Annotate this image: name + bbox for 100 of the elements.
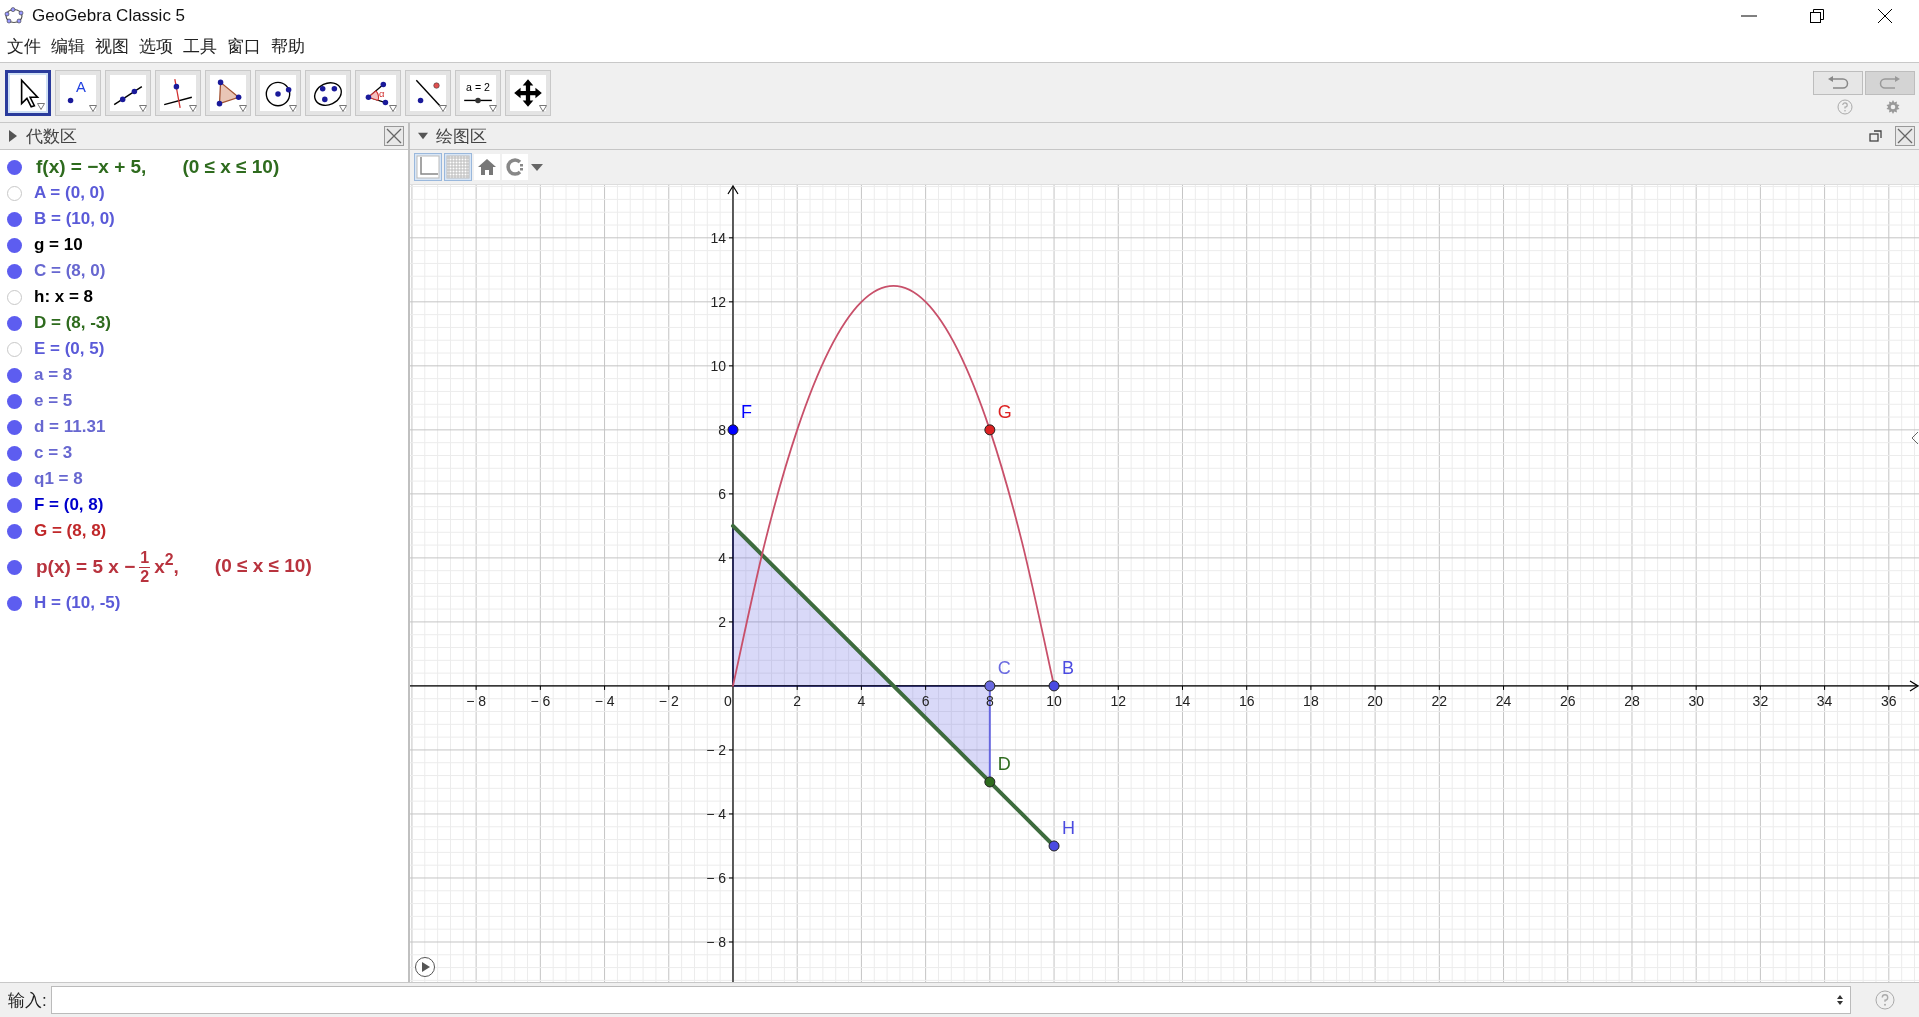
input-label: 输入: (8, 989, 47, 1012)
visibility-toggle[interactable] (7, 341, 22, 357)
visibility-toggle[interactable] (7, 159, 22, 175)
algebra-entry[interactable]: H = (10, -5) (34, 593, 121, 613)
algebra-entry[interactable]: C = (8, 0) (34, 261, 106, 281)
algebra-entry[interactable]: q1 = 8 (34, 469, 83, 489)
algebra-entry[interactable]: e = 5 (34, 391, 73, 411)
caret-icon (289, 104, 297, 112)
collapse-arrow-icon[interactable] (418, 130, 428, 142)
input-field[interactable] (50, 986, 1851, 1014)
menu-item[interactable]: 选项 (134, 35, 178, 58)
tool-button[interactable]: A (55, 69, 101, 116)
point-marker[interactable] (984, 424, 996, 436)
settings-icon[interactable] (1885, 98, 1901, 115)
tool-button[interactable]: α (355, 69, 401, 116)
tick-label: − 6 (530, 692, 551, 709)
dropdown-arrow-icon[interactable] (530, 162, 544, 172)
tick-label: 20 (1367, 692, 1383, 709)
point-marker[interactable] (727, 424, 739, 436)
undo-icon (1827, 75, 1849, 90)
visibility-toggle[interactable] (7, 595, 22, 611)
close-icon (1897, 128, 1913, 144)
tick-label: 36 (1881, 692, 1897, 709)
algebra-entry[interactable]: h: x = 8 (34, 287, 94, 307)
tick-label: 34 (1816, 692, 1833, 709)
redo-icon (1879, 75, 1901, 90)
visibility-toggle[interactable] (7, 445, 22, 461)
minimize-icon (1741, 14, 1757, 17)
visibility-toggle[interactable] (7, 471, 22, 487)
close-button[interactable] (384, 126, 404, 146)
tick-label: 0 (724, 692, 732, 709)
tick-label: − 8 (706, 934, 726, 950)
point-marker[interactable] (984, 776, 996, 788)
tick-label: 26 (1559, 692, 1576, 709)
algebra-entry[interactable]: D = (8, -3) (34, 313, 111, 333)
axes-icon (416, 155, 440, 179)
caret-icon (37, 102, 45, 110)
tick-label: 18 (1303, 692, 1319, 709)
tick-label: 14 (710, 229, 726, 246)
menu-item[interactable]: 文件 (2, 35, 46, 58)
visibility-toggle[interactable] (7, 211, 22, 227)
algebra-entry[interactable]: E = (0, 5) (34, 339, 105, 359)
visibility-toggle[interactable] (7, 367, 22, 383)
caret-icon (239, 104, 247, 112)
visibility-toggle[interactable] (7, 315, 22, 331)
tick-label: 24 (1495, 692, 1512, 709)
point-marker[interactable] (1048, 840, 1060, 852)
tick-label: 32 (1752, 692, 1769, 709)
caret-icon (139, 104, 147, 112)
point-label: C (997, 657, 1011, 678)
algebra-entry[interactable]: F = (0, 8) (34, 495, 104, 515)
menu-item[interactable]: 工具 (178, 35, 222, 58)
visibility-toggle[interactable] (7, 185, 22, 201)
style-icon (505, 157, 525, 177)
tick-label: 14 (1174, 692, 1191, 709)
visibility-toggle[interactable] (7, 419, 22, 435)
tick-label: 2 (793, 692, 802, 709)
tool-button[interactable] (5, 69, 51, 116)
axes-toggle[interactable] (414, 153, 442, 181)
point-marker[interactable] (984, 680, 996, 692)
tool-button[interactable]: a = 2 (455, 69, 501, 116)
tick-label: − 4 (706, 805, 726, 822)
visibility-toggle[interactable] (7, 263, 22, 279)
undock-icon[interactable] (1869, 129, 1883, 143)
visibility-toggle[interactable] (7, 523, 22, 539)
algebra-entry[interactable]: f(x) = −x + 5, (0 ≤ x ≤ 10) (36, 156, 280, 178)
caret-icon (89, 104, 97, 112)
close-button[interactable] (1895, 126, 1915, 146)
algebra-entry[interactable]: g = 10 (34, 235, 83, 255)
algebra-entry[interactable]: c = 3 (34, 443, 73, 463)
visibility-toggle[interactable] (7, 393, 22, 409)
tick-label: 2 (718, 613, 726, 630)
menu-item[interactable]: 编辑 (46, 35, 90, 58)
menu-item[interactable]: 视图 (90, 35, 134, 58)
point-label: B (1062, 657, 1075, 678)
algebra-entry[interactable]: G = (8, 8) (34, 521, 107, 541)
menu-item[interactable]: 帮助 (266, 35, 310, 58)
point-label: F (741, 401, 752, 422)
tick-label: 12 (1110, 692, 1127, 709)
grid-toggle[interactable] (444, 153, 472, 181)
tick-label: 22 (1431, 692, 1448, 709)
home-button[interactable] (474, 154, 500, 180)
visibility-toggle[interactable] (7, 497, 22, 513)
algebra-entry[interactable]: B = (10, 0) (34, 209, 115, 229)
caret-icon (339, 104, 347, 112)
algebra-entry[interactable]: A = (0, 0) (34, 183, 105, 203)
play-icon[interactable] (414, 956, 436, 978)
point-marker[interactable] (1048, 680, 1060, 692)
visibility-toggle[interactable] (7, 237, 22, 253)
visibility-toggle[interactable] (7, 559, 22, 575)
style-button[interactable] (502, 154, 528, 180)
expand-arrow-icon[interactable] (8, 130, 18, 142)
tick-label: 30 (1688, 692, 1704, 709)
algebra-entry[interactable]: d = 11.31 (34, 417, 106, 437)
tick-label: 6 (718, 485, 726, 502)
algebra-entry[interactable]: a = 8 (34, 365, 73, 385)
visibility-toggle[interactable] (7, 289, 22, 305)
menu-item[interactable]: 窗口 (222, 35, 266, 58)
caret-icon (389, 104, 397, 112)
tick-label: 10 (710, 357, 726, 374)
